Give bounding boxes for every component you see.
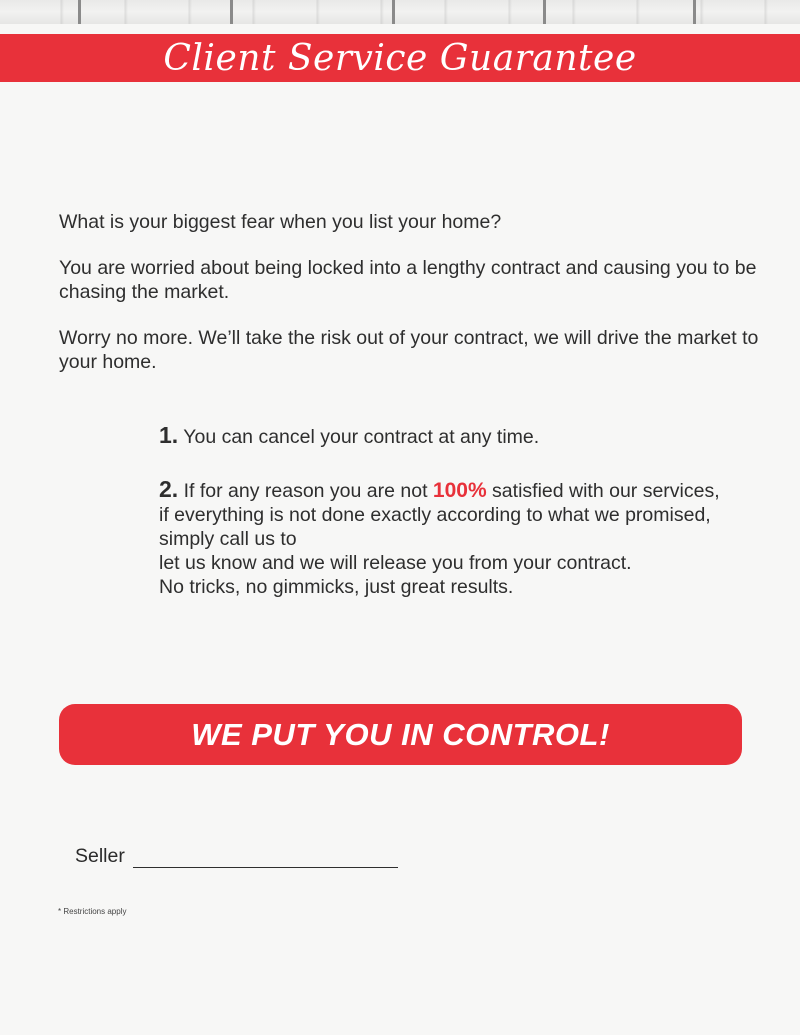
promise-text: You can cancel your contract at any time… — [183, 426, 540, 448]
promise-text-start: If for any reason you are not — [183, 480, 433, 502]
signature-line[interactable] — [132, 847, 398, 868]
plank-divider — [78, 0, 81, 24]
restrictions-footnote: * Restrictions apply — [58, 907, 127, 916]
title-band: Client Service Guarantee — [0, 34, 800, 82]
intro-section: What is your biggest fear when you list … — [59, 210, 759, 396]
wood-texture-strip — [0, 0, 800, 24]
intro-worry: You are worried about being locked into … — [59, 257, 757, 303]
intro-question: What is your biggest fear when you list … — [59, 211, 502, 233]
control-banner: WE PUT YOU IN CONTROL! — [59, 704, 742, 765]
promise-number: 2. — [159, 476, 179, 502]
plank-divider — [693, 0, 696, 24]
promise-number: 1. — [159, 422, 179, 448]
banner-text: WE PUT YOU IN CONTROL! — [191, 716, 610, 752]
seller-label: Seller — [75, 845, 125, 867]
intro-reassurance: Worry no more. We’ll take the risk out o… — [59, 327, 759, 373]
plank-divider — [392, 0, 395, 24]
plank-divider — [543, 0, 546, 24]
promises-list: 1. You can cancel your contract at any t… — [159, 423, 729, 627]
promise-item-1: 1. You can cancel your contract at any t… — [159, 423, 729, 449]
page-title: Client Service Guarantee — [163, 37, 637, 79]
satisfaction-percent: 100% — [432, 479, 487, 502]
promise-text-line3: No tricks, no gimmicks, just great resul… — [159, 576, 514, 598]
promise-item-2: 2. If for any reason you are not 100% sa… — [159, 477, 729, 599]
seller-signature: Seller — [75, 845, 398, 868]
promise-text-line2: let us know and we will release you from… — [159, 552, 632, 574]
plank-divider — [230, 0, 233, 24]
